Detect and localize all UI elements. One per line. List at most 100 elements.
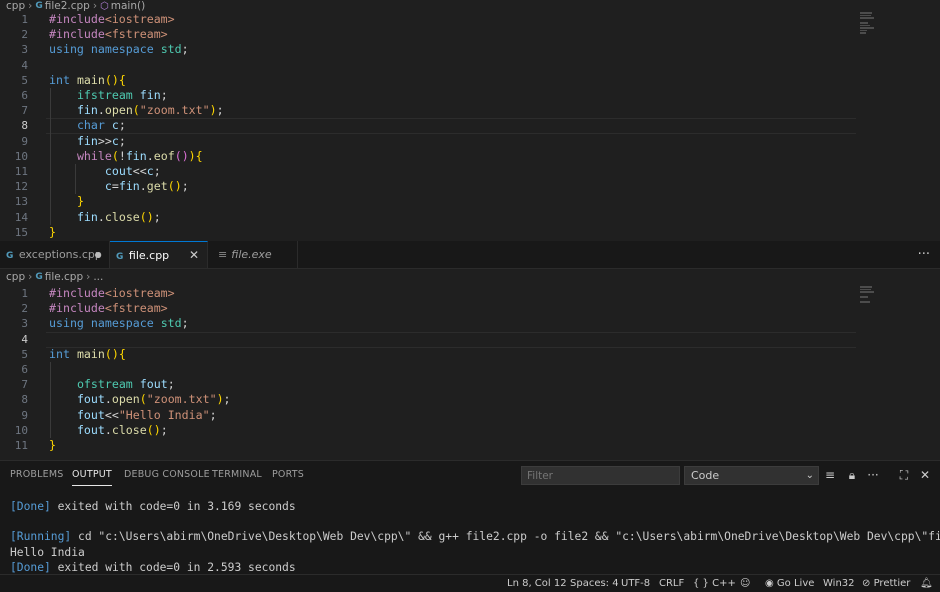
code-line[interactable]: 10 while(!fin.eof()){ (0, 149, 940, 164)
copilot-icon[interactable]: ☺ (740, 575, 750, 592)
unsaved-dot-icon[interactable] (95, 252, 101, 258)
lock-icon[interactable]: 🔒︎ (844, 466, 860, 485)
file-icon: ≡ (218, 248, 228, 261)
prettier-status-icon: ⊘ (862, 578, 871, 589)
close-panel-icon[interactable]: ✕ (917, 466, 933, 485)
line-number: 1 (21, 13, 28, 26)
tab-problems[interactable]: PROBLEMS (10, 461, 63, 489)
output-tag: [Done] (10, 500, 51, 513)
line-number: 9 (21, 134, 28, 148)
line-ending[interactable]: CRLF (659, 575, 684, 592)
code-area[interactable]: 1 #include<iostream> 2 #include<fstream> 3 us… (0, 286, 940, 460)
minimap[interactable] (860, 286, 880, 304)
code-text: fout<<"Hello India"; (76, 407, 217, 422)
tab-exceptions-cpp[interactable]: G exceptions.cpp (0, 241, 110, 268)
prettier-button[interactable]: ⊘ Prettier (862, 575, 910, 592)
code-line[interactable]: 15} (0, 225, 940, 240)
current-line-highlight (46, 331, 856, 348)
language-mode[interactable]: { } C++ (693, 575, 736, 592)
code-line[interactable]: 3 using namespace std; (0, 316, 940, 331)
line-number: 4 (21, 332, 28, 346)
close-icon[interactable]: ✕ (189, 242, 199, 269)
code-text: #include<fstream> (49, 27, 168, 42)
code-line[interactable]: 2 #include<fstream> (0, 27, 940, 42)
notifications-icon[interactable]: 🔔︎ (920, 575, 933, 592)
tab-terminal[interactable]: TERMINAL (212, 461, 262, 489)
code-text: fin.close(); (76, 209, 161, 224)
breadcrumb-symbol[interactable]: ... (93, 271, 103, 284)
panel-tabs: PROBLEMS OUTPUT DEBUG CONSOLE TERMINAL P… (0, 461, 520, 489)
code-line[interactable]: 7 fin.open("zoom.txt"); (0, 103, 940, 118)
code-area[interactable]: 1 #include<iostream> 2 #include<fstream> 3 us… (0, 12, 940, 241)
tab-label: exceptions.cpp (18, 248, 102, 261)
code-line[interactable]: 6 (0, 362, 940, 377)
code-line[interactable]: 10 fout.close(); (0, 423, 940, 438)
code-text: c=fin.get(); (104, 179, 189, 194)
code-line[interactable]: 4 (0, 331, 940, 348)
top-editor[interactable]: cpp › Gfile2.cpp › ⬡ main() 1 #include<iostrea… (0, 0, 940, 241)
indent-guide (75, 164, 76, 195)
code-line[interactable]: 13 } (0, 194, 940, 209)
tab-file-exe[interactable]: ≡ file.exe (208, 241, 298, 268)
more-actions-icon[interactable]: ··· (918, 241, 930, 268)
code-line[interactable]: 9 fin>>c; (0, 134, 940, 149)
output-channel-select[interactable]: Code ⌄ (684, 466, 819, 485)
code-line[interactable]: 14 fin.close(); (0, 210, 940, 225)
editor-tab-bar: G exceptions.cpp G file.cpp ✕ ≡ file.exe … (0, 241, 940, 269)
bottom-editor[interactable]: cpp › Gfile.cpp ›... 1 #include<iostream> 2 #i… (0, 269, 940, 460)
code-line[interactable]: 4 (0, 58, 940, 73)
line-number: 8 (21, 119, 28, 133)
code-line[interactable]: 2 #include<fstream> (0, 301, 940, 316)
code-text: ifstream fin; (76, 88, 168, 102)
tab-label: file.cpp (128, 249, 170, 262)
code-text: } (76, 194, 84, 209)
more-actions-icon[interactable]: ··· (865, 466, 881, 485)
code-text: #include<fstream> (49, 301, 168, 316)
code-text: fin>>c; (76, 133, 126, 148)
maximize-panel-icon[interactable]: ⛶ (896, 466, 912, 485)
code-text: } (49, 438, 56, 452)
tab-file-cpp[interactable]: G file.cpp ✕ (110, 241, 208, 268)
current-line-highlight (46, 118, 856, 135)
indentation[interactable]: Spaces: 4 (570, 575, 619, 592)
code-line[interactable]: 5 int main(){ (0, 347, 940, 362)
filter-input[interactable] (521, 466, 680, 485)
line-number: 10 (14, 423, 28, 437)
go-live-button[interactable]: ◉ Go Live (765, 575, 814, 592)
encoding[interactable]: UTF-8 (621, 575, 650, 592)
platform[interactable]: Win32 (823, 575, 855, 592)
code-line[interactable]: 11} (0, 438, 940, 453)
code-line[interactable]: 5 int main(){ (0, 73, 940, 88)
code-line[interactable]: 11 cout<<c; (0, 164, 940, 179)
code-line[interactable]: 3 using namespace std; (0, 42, 940, 57)
code-line[interactable]: 12 c=fin.get(); (0, 179, 940, 194)
output-line: [Done] exited with code=0 in 2.593 secon… (10, 560, 296, 575)
tab-debug-console[interactable]: DEBUG CONSOLE (124, 461, 210, 489)
line-number: 5 (21, 347, 28, 361)
code-line[interactable]: 1 #include<iostream> (0, 12, 940, 27)
line-number: 7 (21, 104, 28, 118)
cursor-position[interactable]: Ln 8, Col 12 (507, 575, 567, 592)
code-line[interactable]: 8 fout.open("zoom.txt"); (0, 392, 940, 407)
line-number: 3 (21, 317, 28, 331)
cpp-icon: G (6, 251, 14, 261)
tab-output[interactable]: OUTPUT (72, 461, 112, 489)
minimap[interactable] (860, 12, 880, 35)
code-line[interactable]: 1 #include<iostream> (0, 286, 940, 301)
clear-output-icon[interactable]: ≡ (822, 466, 838, 485)
chevron-right-icon: › (28, 271, 33, 283)
output-line: [Running] cd "c:\Users\abirm\OneDrive\De… (10, 529, 940, 544)
line-number: 11 (14, 165, 28, 178)
code-line[interactable]: 8 char c; (0, 118, 940, 135)
code-line[interactable]: 7 ofstream fout; (0, 377, 940, 392)
breadcrumb-folder[interactable]: cpp (6, 271, 25, 284)
line-number: 7 (21, 378, 28, 392)
code-text: while(!fin.eof()){ (76, 148, 203, 163)
output-message: exited with code=0 in 3.169 seconds (50, 500, 296, 513)
code-text: #include<iostream> (49, 286, 175, 300)
code-line[interactable]: 6 ifstream fin; (0, 88, 940, 103)
code-line[interactable]: 9 fout<<"Hello India"; (0, 408, 940, 423)
breadcrumb-file[interactable]: file.cpp (45, 271, 83, 284)
tab-ports[interactable]: PORTS (272, 461, 304, 489)
output-panel: PROBLEMS OUTPUT DEBUG CONSOLE TERMINAL P… (0, 460, 940, 575)
